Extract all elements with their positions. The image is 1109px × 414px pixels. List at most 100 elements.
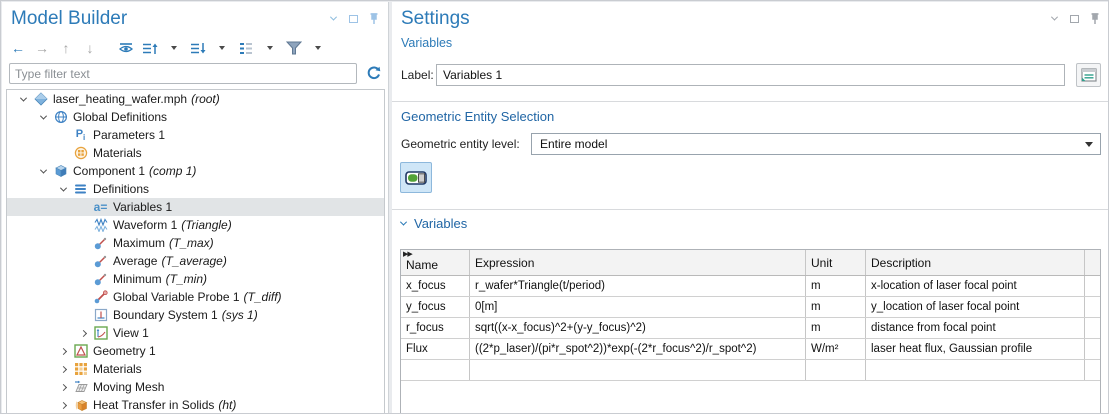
cell-unit[interactable]: m: [806, 297, 866, 317]
variables-section-header[interactable]: Variables: [401, 216, 467, 231]
expander-icon[interactable]: [55, 349, 71, 354]
cell-unit[interactable]: W/m²: [806, 339, 866, 359]
cell-unit[interactable]: m: [806, 276, 866, 296]
tree-filter-input[interactable]: [9, 63, 357, 84]
expander-icon[interactable]: [55, 403, 71, 408]
tree-tag: (ht): [218, 398, 236, 412]
show-eye-button[interactable]: [118, 39, 134, 57]
label-input[interactable]: [436, 64, 1065, 86]
collapse-section-icon: [400, 219, 407, 226]
active-selection-toggle-button[interactable]: [400, 162, 432, 193]
tree-item-variables-1[interactable]: a= Variables 1: [7, 198, 384, 216]
back-button[interactable]: ←: [10, 39, 26, 57]
expander-icon[interactable]: [55, 367, 71, 372]
tree-label: Variables 1: [113, 200, 172, 214]
filter-funnel-button[interactable]: [286, 39, 302, 57]
table-row-empty: [401, 360, 1100, 381]
section-divider: [392, 101, 1109, 102]
cell-unit[interactable]: [806, 360, 866, 380]
tree-tag: (root): [191, 92, 220, 106]
expander-icon[interactable]: [55, 385, 71, 390]
cell-expression[interactable]: [470, 360, 806, 380]
variables-section-title: Variables: [414, 216, 467, 231]
node-text-button[interactable]: [238, 39, 254, 57]
comsol-window: Model Builder ← → ↑ ↓: [0, 0, 1109, 414]
forward-button[interactable]: →: [34, 39, 50, 57]
filter-funnel-caret[interactable]: [310, 39, 326, 57]
column-header-unit[interactable]: Unit: [806, 250, 866, 275]
tree-label: Moving Mesh: [93, 380, 164, 394]
cell-name[interactable]: x_focus: [401, 276, 470, 296]
expander-icon[interactable]: [75, 331, 91, 336]
column-header-description[interactable]: Description: [866, 250, 1085, 275]
tree-label: Definitions: [93, 182, 149, 196]
expand-all-caret[interactable]: [214, 39, 230, 57]
tree-item-moving-mesh[interactable]: Moving Mesh: [7, 378, 384, 396]
tree-item-heat-transfer[interactable]: Heat Transfer in Solids (ht): [7, 396, 384, 414]
tree-item-maximum[interactable]: Maximum (T_max): [7, 234, 384, 252]
tree-item-average[interactable]: Average (T_average): [7, 252, 384, 270]
column-header-extra: [1085, 250, 1100, 275]
expander-icon[interactable]: [15, 97, 31, 102]
show-label-form-button[interactable]: [1076, 63, 1101, 87]
model-builder-window-controls: [328, 13, 379, 24]
table-empty-area[interactable]: [401, 381, 1100, 414]
cell-description[interactable]: [866, 360, 1085, 380]
tree-item-parameters[interactable]: Pi Parameters 1: [7, 126, 384, 144]
pin-panel-icon[interactable]: [368, 13, 379, 24]
tree-tag: (T_min): [166, 272, 207, 286]
tree-item-global-variable-probe[interactable]: Global Variable Probe 1 (T_diff): [7, 288, 384, 306]
tree-label: Parameters 1: [93, 128, 165, 142]
tree-item-materials-component[interactable]: Materials: [7, 360, 384, 378]
tree-item-global-definitions[interactable]: Global Definitions: [7, 108, 384, 126]
panel-menu-icon[interactable]: [1049, 13, 1060, 24]
cell-expression[interactable]: sqrt((x-x_focus)^2+(y-y_focus)^2): [470, 318, 806, 338]
tree-item-component-1[interactable]: Component 1 (comp 1): [7, 162, 384, 180]
refresh-icon[interactable]: [364, 64, 383, 83]
cell-description[interactable]: distance from focal point: [866, 318, 1085, 338]
move-down-button[interactable]: ↓: [82, 39, 98, 57]
tree-label: Average: [113, 254, 157, 268]
model-builder-toolbar: ← → ↑ ↓: [10, 38, 326, 58]
tree-item-materials-global[interactable]: Materials: [7, 144, 384, 162]
float-panel-icon[interactable]: [348, 13, 359, 24]
cell-expression[interactable]: 0[m]: [470, 297, 806, 317]
waveform-icon: [91, 218, 110, 232]
column-header-expression[interactable]: Expression: [470, 250, 806, 275]
pin-panel-icon[interactable]: [1089, 13, 1100, 24]
node-text-caret[interactable]: [262, 39, 278, 57]
float-panel-icon[interactable]: [1069, 13, 1080, 24]
cell-description[interactable]: laser heat flux, Gaussian profile: [866, 339, 1085, 359]
tree-label: View 1: [113, 326, 149, 340]
tree-item-boundary-system[interactable]: Boundary System 1 (sys 1): [7, 306, 384, 324]
collapse-all-button[interactable]: [142, 39, 158, 57]
tree-item-waveform-1[interactable]: Waveform 1 (Triangle): [7, 216, 384, 234]
cell-description[interactable]: y_location of laser focal point: [866, 297, 1085, 317]
move-up-button[interactable]: ↑: [58, 39, 74, 57]
cell-name[interactable]: [401, 360, 470, 380]
cell-expression[interactable]: ((2*p_laser)/(pi*r_spot^2))*exp(-(2*r_fo…: [470, 339, 806, 359]
cell-description[interactable]: x-location of laser focal point: [866, 276, 1085, 296]
cell-extra: [1085, 339, 1100, 359]
column-header-name[interactable]: ▶▶ Name: [401, 250, 470, 275]
selected-entity-level: Entire model: [540, 137, 607, 151]
tree-item-minimum[interactable]: Minimum (T_min): [7, 270, 384, 288]
cell-name[interactable]: y_focus: [401, 297, 470, 317]
expander-icon[interactable]: [35, 115, 51, 120]
expand-all-button[interactable]: [190, 39, 206, 57]
cell-name[interactable]: Flux: [401, 339, 470, 359]
tree-item-view-1[interactable]: View 1: [7, 324, 384, 342]
cell-unit[interactable]: m: [806, 318, 866, 338]
cell-name[interactable]: r_focus: [401, 318, 470, 338]
panel-menu-icon[interactable]: [328, 13, 339, 24]
cell-expression[interactable]: r_wafer*Triangle(t/period): [470, 276, 806, 296]
tree-item-root[interactable]: laser_heating_wafer.mph (root): [7, 90, 384, 108]
tree-item-definitions[interactable]: Definitions: [7, 180, 384, 198]
expander-icon[interactable]: [35, 169, 51, 174]
label-field-label: Label:: [401, 64, 434, 86]
expander-icon[interactable]: [55, 187, 71, 192]
collapse-all-caret[interactable]: [166, 39, 182, 57]
tree-item-geometry-1[interactable]: Geometry 1: [7, 342, 384, 360]
geometric-entity-level-select[interactable]: Entire model: [531, 133, 1101, 155]
geometric-entity-selection-header[interactable]: Geometric Entity Selection: [401, 109, 554, 124]
